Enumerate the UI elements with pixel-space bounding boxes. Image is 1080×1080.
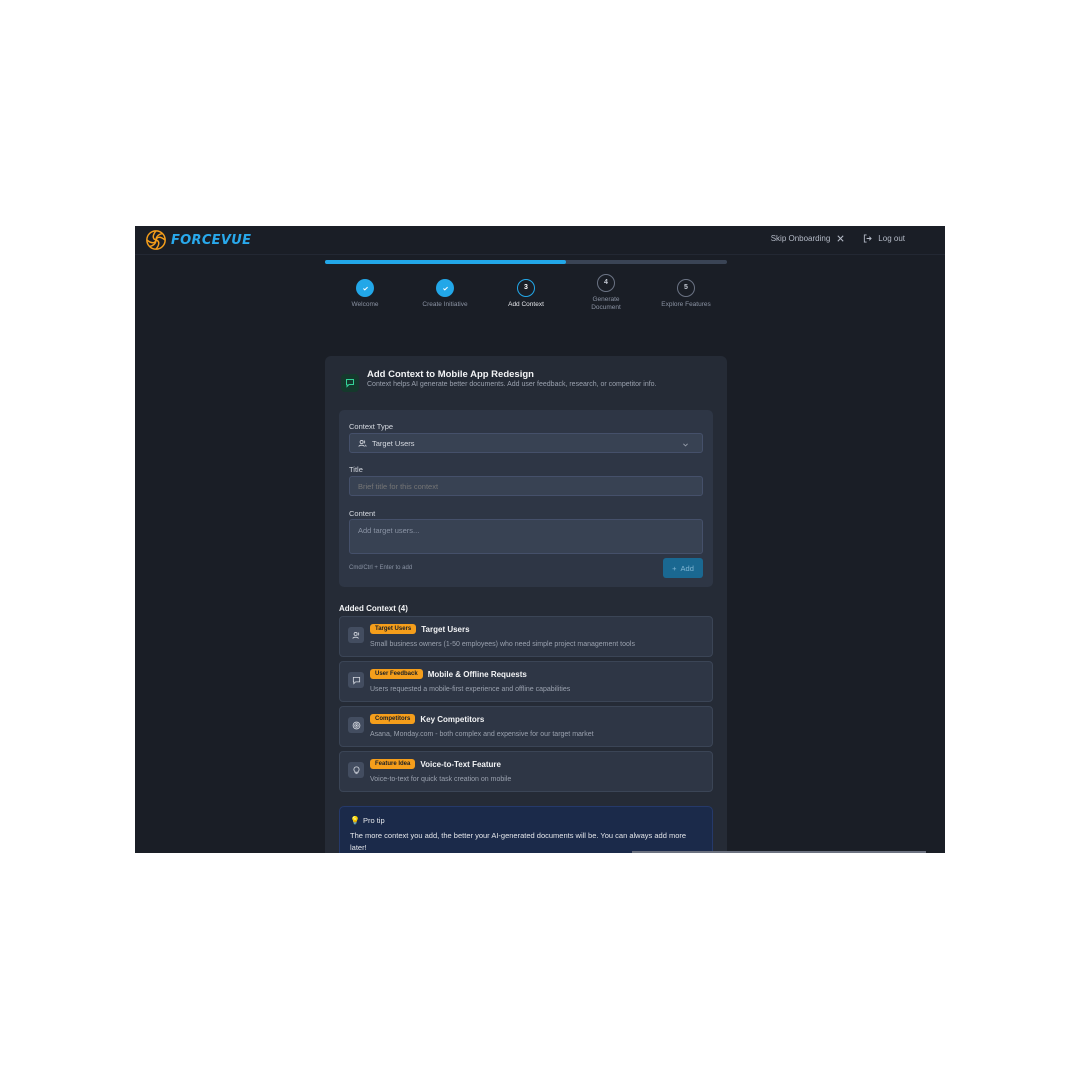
step-label: Generate Document bbox=[591, 296, 621, 312]
context-item[interactable]: Feature Idea Voice-to-Text Feature Voice… bbox=[339, 751, 713, 792]
chevron-down-icon bbox=[683, 443, 688, 447]
target-icon bbox=[348, 717, 364, 733]
card-header: Add Context to Mobile App Redesign Conte… bbox=[341, 369, 657, 392]
add-context-button[interactable]: + Add bbox=[663, 558, 703, 578]
logout-label: Log out bbox=[878, 234, 905, 243]
step-label: Welcome bbox=[351, 301, 379, 308]
context-type-select[interactable]: Target Users bbox=[349, 433, 703, 453]
context-tag: Target Users bbox=[370, 624, 417, 634]
logo: FORCEVUE bbox=[145, 229, 251, 251]
context-item-title: Target Users bbox=[421, 624, 470, 634]
message-icon bbox=[341, 374, 359, 392]
step-add-context: 3 Add Context bbox=[486, 279, 566, 309]
context-tag: Feature Idea bbox=[370, 759, 416, 769]
step-number: 5 bbox=[677, 279, 695, 297]
context-type-value: Target Users bbox=[372, 438, 415, 448]
step-label: Explore Features bbox=[661, 301, 711, 308]
plus-icon: + bbox=[672, 563, 677, 573]
step-create-initiative: Create Initiative bbox=[405, 279, 485, 309]
skip-onboarding-button[interactable]: Skip Onboarding bbox=[771, 234, 846, 243]
step-number: 3 bbox=[517, 279, 535, 297]
context-tag: User Feedback bbox=[370, 669, 423, 679]
card-subtitle: Context helps AI generate better documen… bbox=[367, 381, 657, 388]
step-check-icon bbox=[436, 279, 454, 297]
logout-button[interactable]: Log out bbox=[863, 234, 905, 243]
onboarding-app: FORCEVUE Skip Onboarding Log out Welcome bbox=[135, 226, 945, 853]
users-icon bbox=[348, 627, 364, 643]
context-form: Context Type Target Users Title Content … bbox=[339, 410, 713, 587]
context-item[interactable]: User Feedback Mobile & Offline Requests … bbox=[339, 661, 713, 702]
content-placeholder: Add target users... bbox=[358, 526, 420, 535]
horizontal-scrollbar[interactable] bbox=[632, 851, 926, 853]
stepper: Welcome Create Initiative 3 Add Context … bbox=[325, 274, 727, 318]
context-item-description: Asana, Monday.com - both complex and exp… bbox=[370, 731, 594, 738]
step-explore-features: 5 Explore Features bbox=[646, 279, 726, 309]
step-welcome: Welcome bbox=[325, 279, 405, 309]
step-label: Create Initiative bbox=[422, 301, 468, 308]
top-bar: FORCEVUE Skip Onboarding Log out bbox=[135, 226, 945, 255]
step-check-icon bbox=[356, 279, 374, 297]
lightbulb-icon: 💡 bbox=[350, 816, 360, 825]
pro-tip-body: The more context you add, the better you… bbox=[350, 831, 687, 852]
context-item-description: Voice-to-text for quick task creation on… bbox=[370, 776, 512, 783]
context-item-title: Key Competitors bbox=[420, 714, 485, 724]
close-icon bbox=[837, 235, 844, 242]
context-type-label: Context Type bbox=[349, 422, 394, 431]
keyboard-hint: Cmd/Ctrl + Enter to add bbox=[349, 565, 413, 571]
card-title: Add Context to Mobile App Redesign bbox=[367, 369, 534, 380]
context-item-title: Mobile & Offline Requests bbox=[427, 669, 527, 679]
content-label: Content bbox=[349, 509, 376, 518]
added-context-heading: Added Context (4) bbox=[339, 604, 408, 613]
users-icon bbox=[358, 439, 367, 447]
pro-tip-heading: Pro tip bbox=[362, 816, 385, 825]
add-context-card: Add Context to Mobile App Redesign Conte… bbox=[325, 356, 727, 853]
context-item-title: Voice-to-Text Feature bbox=[420, 759, 501, 769]
title-label: Title bbox=[349, 465, 363, 474]
title-input[interactable] bbox=[349, 476, 703, 496]
context-item-description: Small business owners (1-50 employees) w… bbox=[370, 641, 635, 648]
step-label: Add Context bbox=[508, 301, 544, 308]
lightbulb-icon bbox=[348, 762, 364, 778]
step-generate-document: 4 Generate Document bbox=[566, 274, 646, 313]
skip-onboarding-label: Skip Onboarding bbox=[770, 234, 831, 243]
logout-icon bbox=[864, 234, 873, 243]
top-actions: Skip Onboarding Log out bbox=[771, 234, 905, 243]
context-item-description: Users requested a mobile-first experienc… bbox=[370, 686, 571, 693]
context-tag: Competitors bbox=[370, 714, 416, 724]
context-item[interactable]: Competitors Key Competitors Asana, Monda… bbox=[339, 706, 713, 747]
step-number: 4 bbox=[597, 274, 615, 292]
logo-text: FORCEVUE bbox=[171, 232, 252, 248]
progress-bar bbox=[325, 260, 727, 264]
add-button-label: Add bbox=[680, 563, 694, 573]
pro-tip-box: 💡 Pro tip The more context you add, the … bbox=[339, 806, 713, 853]
progress-fill bbox=[325, 260, 567, 264]
logo-icon bbox=[146, 230, 166, 250]
context-item[interactable]: Target Users Target Users Small business… bbox=[339, 616, 713, 657]
message-icon bbox=[348, 672, 364, 688]
content-textarea[interactable]: Add target users... bbox=[349, 519, 703, 554]
